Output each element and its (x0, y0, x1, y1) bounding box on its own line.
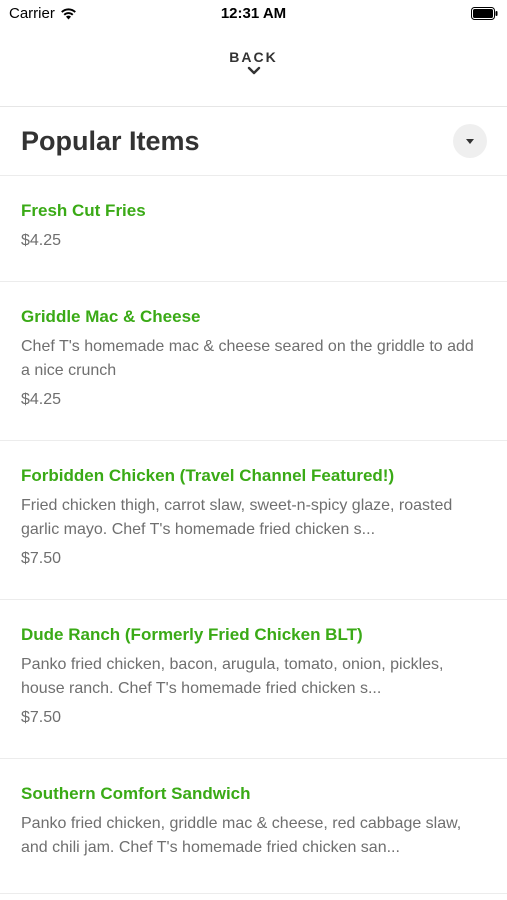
item-price: $4.25 (21, 391, 62, 408)
item-price: $7.50 (21, 550, 62, 567)
caret-down-icon (466, 138, 474, 144)
section-header: Popular Items (0, 107, 507, 175)
item-description: Panko fried chicken, bacon, arugula, tom… (21, 656, 444, 697)
item-description: Chef T's homemade mac & cheese seared on… (21, 338, 474, 379)
menu-item[interactable]: Dude Ranch (Formerly Fried Chicken BLT) … (0, 600, 507, 759)
menu-item[interactable]: Forbidden Chicken (Travel Channel Featur… (0, 441, 507, 600)
status-bar: Carrier 12:31 AM (0, 0, 507, 28)
item-name: Southern Comfort Sandwich (21, 784, 251, 803)
item-price: $4.25 (21, 232, 62, 249)
menu-item[interactable]: Griddle Mac & Cheese Chef T's homemade m… (0, 282, 507, 441)
item-description: Fried chicken thigh, carrot slaw, sweet-… (21, 497, 453, 538)
item-description: Panko fried chicken, griddle mac & chees… (21, 815, 462, 856)
category-dropdown-button[interactable] (453, 124, 487, 158)
chevron-down-icon (247, 66, 260, 75)
item-name: Forbidden Chicken (Travel Channel Featur… (21, 466, 395, 485)
menu-item-list: Fresh Cut Fries $4.25 Griddle Mac & Chee… (0, 176, 507, 894)
status-time: 12:31 AM (220, 5, 287, 22)
item-name: Fresh Cut Fries (21, 201, 146, 220)
item-name: Dude Ranch (Formerly Fried Chicken BLT) (21, 625, 363, 644)
item-price: $7.50 (21, 709, 62, 726)
back-button[interactable]: BACK (0, 48, 507, 94)
item-name: Griddle Mac & Cheese (21, 307, 201, 326)
back-label: BACK (229, 49, 278, 65)
page-title: Popular Items (21, 126, 200, 156)
screen: Carrier 12:31 AM BACK Popular Items Fres… (0, 0, 507, 900)
menu-item[interactable]: Southern Comfort Sandwich Panko fried ch… (0, 759, 507, 894)
battery-icon (471, 7, 498, 20)
menu-item[interactable]: Fresh Cut Fries $4.25 (0, 176, 507, 282)
